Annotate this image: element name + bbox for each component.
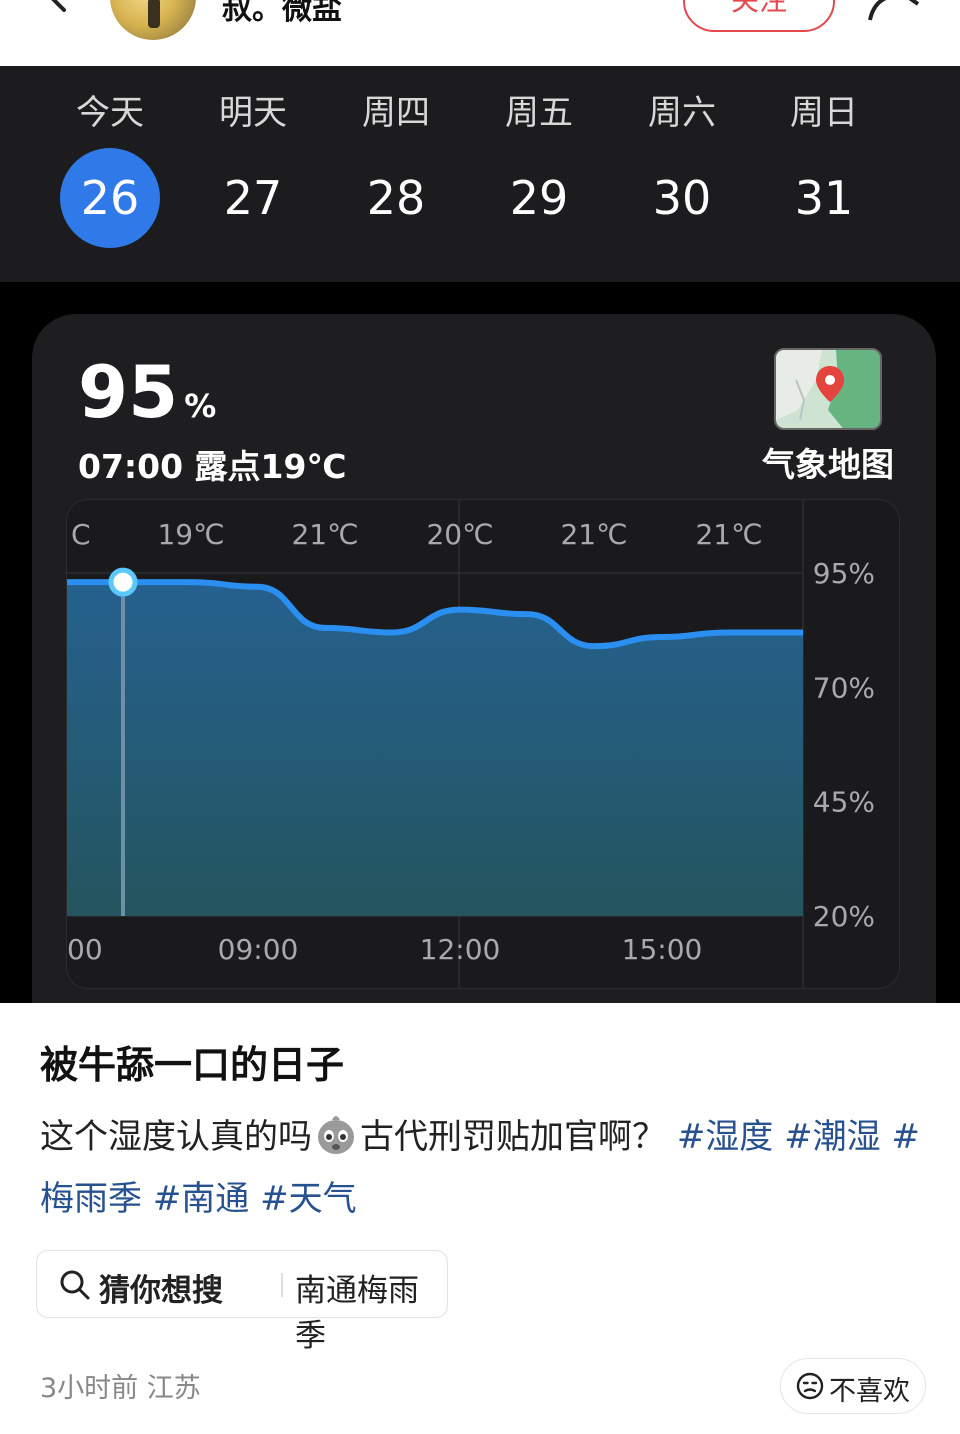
day-name: 周四: [362, 93, 430, 133]
day-date: 28: [366, 171, 426, 225]
day-date: 31: [794, 171, 854, 225]
day-thursday[interactable]: 周四 28: [336, 88, 456, 248]
selected-point[interactable]: [108, 567, 138, 597]
humidity-card: 95% 07:00 露点19℃ 气象地图 C 19℃ 21℃ 20℃ 21℃ 2…: [32, 314, 936, 1003]
post-text: 这个湿度认真的吗: [40, 1117, 312, 1157]
hashtag-humidity[interactable]: #湿度: [677, 1117, 774, 1157]
search-suggestion-label: 猜你想搜: [99, 1273, 223, 1309]
weather-map-label[interactable]: 气象地图: [748, 438, 908, 486]
humidity-detail: 07:00 露点19℃: [78, 447, 347, 486]
search-suggestion-term: 南通梅雨季: [295, 1273, 419, 1354]
hashtag-weather[interactable]: #天气: [260, 1179, 357, 1219]
x-tick-label: 09:00: [218, 933, 299, 966]
hashtag-nantong[interactable]: #南通: [153, 1179, 250, 1219]
back-arrow-icon[interactable]: [34, 0, 74, 12]
y-tick-label: 45%: [813, 786, 875, 819]
day-tomorrow[interactable]: 明天 27: [193, 88, 313, 248]
day-name: 周六: [648, 93, 716, 133]
dew-point-label: 21℃: [560, 518, 627, 551]
search-suggestion[interactable]: 猜你想搜 南通梅雨季: [36, 1250, 448, 1354]
day-saturday[interactable]: 周六 30: [622, 88, 742, 248]
x-tick-label: 15:00: [622, 933, 703, 966]
day-date: 26: [60, 148, 160, 248]
humidity-number: 95: [78, 350, 179, 434]
x-tick-label: 00: [67, 933, 103, 966]
share-icon[interactable]: [864, 0, 924, 24]
post-time-location: 3小时前 江苏: [40, 1373, 201, 1404]
dew-point-label: 21℃: [291, 518, 358, 551]
divider: [281, 1273, 283, 1297]
author-name[interactable]: 叔。微盐: [222, 0, 342, 28]
day-date: 27: [223, 171, 283, 225]
day-date: 29: [509, 171, 569, 225]
humidity-chart[interactable]: C 19℃ 21℃ 20℃ 21℃ 21℃ 95% 70% 45% 20% 00 09:00 12:00…: [66, 499, 900, 989]
dew-point-label: 19℃: [157, 518, 224, 551]
follow-button[interactable]: 关注: [683, 0, 835, 32]
day-name: 明天: [219, 93, 287, 133]
frown-face-icon: [796, 1372, 824, 1400]
hashtag-damp[interactable]: #潮湿: [784, 1117, 881, 1157]
weather-map-icon[interactable]: [774, 348, 882, 430]
y-tick-label: 20%: [813, 900, 875, 933]
avatar[interactable]: [110, 0, 196, 40]
crying-face-icon: [318, 1116, 354, 1154]
day-sunday[interactable]: 周日 31: [764, 88, 884, 248]
post-title: 被牛舔一口的日子: [40, 1043, 345, 1087]
dislike-label: 不喜欢: [829, 1376, 910, 1407]
y-tick-label: 70%: [813, 671, 875, 704]
post-body: 这个湿度认真的吗 古代刑罚贴加官啊？ #湿度 #潮湿 #梅雨季 #南通 #天气: [40, 1106, 920, 1230]
dew-point-label: C: [71, 518, 91, 551]
post-header: 叔。微盐 关注: [0, 0, 960, 66]
day-name: 周五: [505, 93, 573, 133]
day-name: 周日: [790, 93, 858, 133]
humidity-chart-svg: C 19℃ 21℃ 20℃ 21℃ 21℃ 95% 70% 45% 20% 00 09:00 12:00…: [67, 500, 875, 988]
post-text-2: 古代刑罚贴加官啊？: [360, 1117, 666, 1157]
y-tick-label: 95%: [813, 557, 875, 590]
day-friday[interactable]: 周五 29: [479, 88, 599, 248]
x-tick-label: 12:00: [420, 933, 501, 966]
dislike-button[interactable]: 不喜欢: [780, 1358, 926, 1414]
day-name: 今天: [76, 93, 144, 133]
day-date: 30: [652, 171, 712, 225]
day-today[interactable]: 今天 26: [50, 88, 170, 248]
search-icon: [60, 1270, 90, 1300]
dew-point-label: 20℃: [426, 518, 493, 551]
humidity-unit: %: [184, 387, 217, 425]
dew-point-label: 21℃: [695, 518, 762, 551]
day-selector: 今天 26 明天 27 周四 28 周五 29 周六 30 周日 31: [0, 66, 960, 282]
weather-screenshot: 今天 26 明天 27 周四 28 周五 29 周六 30 周日 31 95% …: [0, 66, 960, 1003]
humidity-value: 95%: [78, 350, 216, 434]
